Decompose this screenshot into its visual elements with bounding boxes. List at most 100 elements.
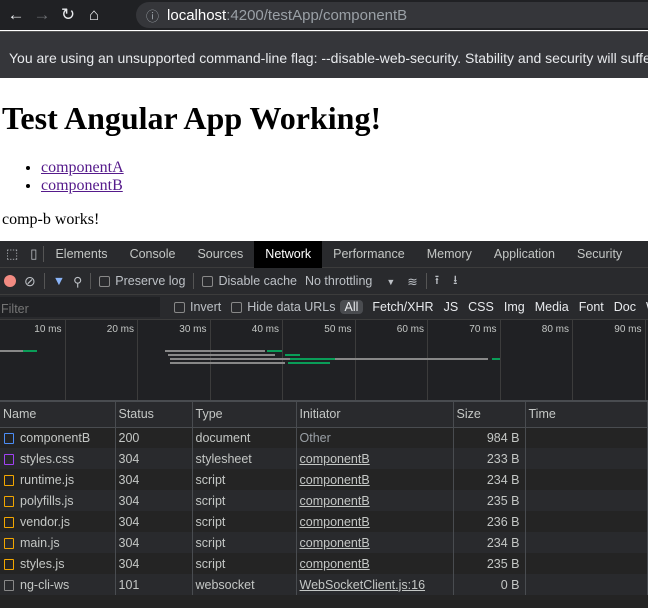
column-status[interactable]: Status [115, 402, 193, 428]
column-initiator[interactable]: Initiator [296, 402, 454, 428]
reload-icon[interactable]: ↻ [58, 5, 78, 25]
timeline-bar [168, 354, 275, 356]
filter-type-js[interactable]: JS [439, 300, 464, 314]
home-icon[interactable]: ⌂ [84, 5, 104, 25]
column-type[interactable]: Type [192, 402, 297, 428]
tab-sources[interactable]: Sources [186, 241, 254, 268]
info-icon: ⓘ [146, 8, 160, 24]
tab-security[interactable]: Security [566, 241, 633, 268]
tab-memory[interactable]: Memory [416, 241, 483, 268]
request-status: 304 [115, 448, 193, 469]
table-row[interactable]: runtime.js 304 script componentB 234 B [0, 469, 648, 490]
request-status: 304 [115, 553, 193, 574]
table-row[interactable]: polyfills.js 304 script componentB 235 B [0, 490, 648, 511]
hide-data-urls-checkbox[interactable]: Hide data URLs [231, 300, 336, 314]
component-text: comp-b works! [2, 211, 100, 228]
filter-type-doc[interactable]: Doc [609, 300, 641, 314]
request-initiator[interactable]: componentB [300, 515, 370, 529]
requests-table: Name Status Type Initiator Size Time com… [0, 402, 648, 595]
filter-type-css[interactable]: CSS [463, 300, 499, 314]
timeline-tick: 10 ms [0, 320, 66, 400]
request-type: script [192, 511, 297, 532]
import-har-icon[interactable]: ⭱ [435, 271, 439, 292]
script-icon [4, 537, 14, 549]
request-time [525, 448, 648, 469]
invert-checkbox[interactable]: Invert [174, 300, 221, 314]
filter-input[interactable] [0, 297, 160, 317]
request-type: websocket [192, 574, 297, 595]
request-name: styles.css [20, 451, 75, 466]
request-time [525, 427, 648, 448]
preserve-log-checkbox[interactable]: Preserve log [99, 274, 185, 288]
page-title: Test Angular App Working! [2, 100, 382, 136]
network-overview-timeline[interactable]: 10 ms 20 ms 30 ms 40 ms 50 ms 60 ms 70 ms 80 ms… [0, 320, 648, 402]
record-icon[interactable] [4, 275, 16, 287]
request-initiator[interactable]: componentB [300, 557, 370, 571]
filter-type-img[interactable]: Img [499, 300, 530, 314]
request-time [525, 511, 648, 532]
request-initiator[interactable]: WebSocketClient.js:16 [300, 578, 426, 592]
filter-icon[interactable]: ▼ [53, 274, 65, 288]
table-row[interactable]: styles.js 304 script componentB 235 B [0, 553, 648, 574]
table-row[interactable]: main.js 304 script componentB 234 B [0, 532, 648, 553]
column-time[interactable]: Time [525, 402, 648, 428]
device-toggle-icon[interactable]: ▯ [24, 246, 43, 262]
disable-cache-checkbox[interactable]: Disable cache [202, 274, 297, 288]
filter-type-font[interactable]: Font [574, 300, 609, 314]
network-toolbar: ⊘ ▼ ⚲ Preserve log Disable cache No thro… [0, 268, 648, 295]
request-initiator[interactable]: componentB [300, 536, 370, 550]
request-initiator: Other [299, 430, 331, 445]
tab-performance[interactable]: Performance [322, 241, 416, 268]
table-row[interactable]: styles.css 304 stylesheet componentB 233… [0, 448, 648, 469]
request-initiator[interactable]: componentB [300, 452, 370, 466]
tab-network[interactable]: Network [254, 240, 323, 268]
request-initiator[interactable]: componentB [300, 473, 370, 487]
filter-type-all[interactable]: All [339, 300, 364, 314]
throttling-select[interactable]: No throttling ▼ [305, 274, 395, 288]
script-icon [4, 516, 14, 528]
request-type: script [192, 490, 297, 511]
request-name: runtime.js [20, 472, 75, 487]
column-size[interactable]: Size [453, 402, 526, 428]
request-time [525, 490, 648, 511]
timeline-bar [267, 350, 282, 352]
table-row[interactable]: ng-cli-ws 101 websocket WebSocketClient.… [0, 574, 648, 595]
request-name: styles.js [20, 556, 65, 571]
script-icon [4, 558, 14, 570]
tab-elements[interactable]: Elements [44, 241, 118, 268]
request-initiator[interactable]: componentB [300, 494, 370, 508]
link-componentB[interactable]: componentB [41, 177, 123, 194]
request-time [525, 574, 648, 595]
request-time [525, 469, 648, 490]
filter-row: Invert Hide data URLs All Fetch/XHR JS C… [0, 295, 648, 320]
tab-console[interactable]: Console [119, 241, 187, 268]
table-row[interactable]: vendor.js 304 script componentB 236 B [0, 511, 648, 532]
request-size: 234 B [453, 532, 526, 553]
filter-type-media[interactable]: Media [530, 300, 574, 314]
back-icon[interactable]: ← [6, 5, 26, 25]
timeline-bar [23, 350, 37, 352]
inspect-icon[interactable]: ⬚ [0, 246, 24, 262]
filter-type-ws[interactable]: W [641, 300, 648, 314]
network-conditions-icon[interactable]: ≋ [407, 274, 417, 289]
clear-icon[interactable]: ⊘ [24, 273, 36, 290]
link-componentA[interactable]: componentA [41, 159, 124, 176]
request-name: vendor.js [20, 514, 71, 529]
search-icon[interactable]: ⚲ [73, 274, 82, 289]
request-size: 234 B [453, 469, 526, 490]
forward-icon[interactable]: → [32, 5, 52, 25]
request-time [525, 532, 648, 553]
filter-type-fetch[interactable]: Fetch/XHR [367, 300, 438, 314]
request-size: 984 B [453, 427, 526, 448]
table-row[interactable]: componentB 200 document Other 984 B [0, 427, 648, 448]
request-size: 233 B [453, 448, 526, 469]
devtools-panel: ⬚ ▯ Elements Console Sources Network Per… [0, 240, 648, 608]
address-bar[interactable]: ⓘ localhost:4200/testApp/componentB [136, 2, 648, 28]
export-har-icon[interactable]: ⭳ [453, 271, 457, 292]
timeline-tick: 50 ms [283, 320, 356, 400]
request-time [525, 553, 648, 574]
column-name[interactable]: Name [0, 402, 116, 428]
tab-application[interactable]: Application [483, 241, 566, 268]
request-size: 235 B [453, 490, 526, 511]
devtools-tabs: ⬚ ▯ Elements Console Sources Network Per… [0, 240, 648, 268]
